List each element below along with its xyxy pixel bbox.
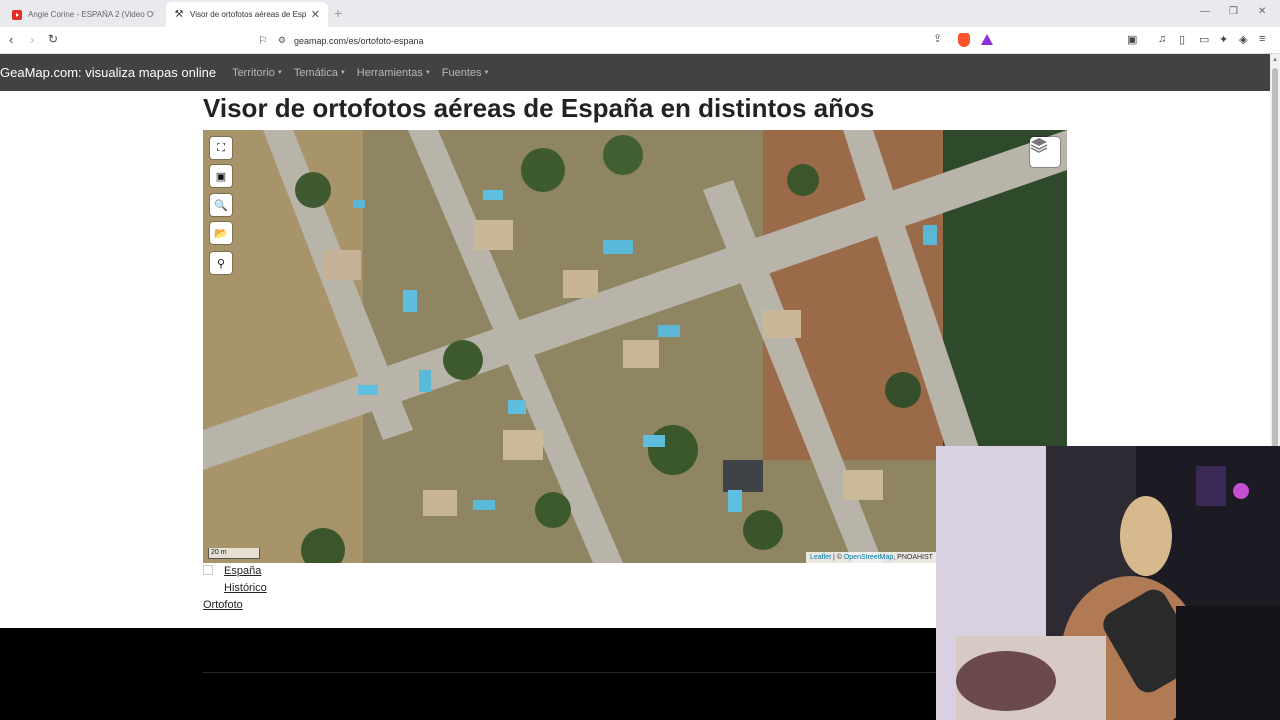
address-bar[interactable]: ⚐ ⚙ geamap.com/es/ortofoto-espana — [252, 30, 1000, 51]
layers-icon — [1030, 138, 1048, 153]
broken-image-icon — [203, 565, 213, 575]
leaflet-link[interactable]: Leaflet — [810, 554, 831, 561]
browser-tab-geamap[interactable]: ⚒ Visor de ortofotos aéreas de Esp ✕ — [166, 2, 328, 27]
nav-territorio[interactable]: Territorio ▼ — [232, 67, 283, 79]
media-icon[interactable]: ♫ — [1158, 33, 1166, 45]
nav-herramientas[interactable]: Herramientas ▼ — [357, 67, 431, 79]
open-folder-icon: 📂 — [214, 227, 228, 240]
url-text: geamap.com/es/ortofoto-espana — [293, 35, 424, 46]
caret-down-icon: ▼ — [483, 69, 490, 76]
scroll-thumb[interactable] — [1272, 68, 1278, 500]
browser-tab-youtube[interactable]: Angie Corine - ESPAÑA 2 (Video Ofi — [4, 2, 162, 27]
osm-link[interactable]: OpenStreetMap — [844, 554, 893, 561]
caret-down-icon: ▼ — [424, 69, 431, 76]
webcam-overlay — [936, 446, 1280, 720]
caret-down-icon: ▼ — [339, 69, 346, 76]
back-icon[interactable]: ‹ — [9, 32, 13, 47]
menu-icon[interactable]: ≡ — [1259, 33, 1265, 45]
share-icon[interactable]: ⇪ — [933, 32, 942, 45]
reload-icon[interactable]: ↻ — [48, 32, 58, 46]
vpn-icon[interactable]: ◈ — [1239, 33, 1247, 46]
link-espana[interactable]: España — [224, 565, 261, 577]
page-title: Visor de ortofotos aéreas de España en d… — [203, 93, 875, 123]
new-tab-icon[interactable]: + — [334, 5, 342, 21]
brave-rewards-icon[interactable] — [981, 34, 993, 45]
link-ortofoto[interactable]: Ortofoto — [203, 599, 243, 611]
brave-shields-icon[interactable] — [958, 33, 970, 47]
location-pin-icon: ⚲ — [216, 257, 226, 270]
site-navbar: GeaMap.com: visualiza mapas online Terri… — [0, 54, 1270, 91]
search-button[interactable]: 🔍 — [210, 194, 232, 216]
scroll-up-icon[interactable]: ▲ — [1272, 57, 1278, 63]
layers-button[interactable] — [1030, 137, 1060, 167]
close-window-icon[interactable]: ✕ — [1258, 6, 1266, 17]
search-icon: 🔍 — [214, 199, 228, 212]
locate-button[interactable]: ⚲ — [210, 252, 232, 274]
tab-search-icon[interactable]: ▣ — [1127, 33, 1137, 46]
minimize-icon[interactable]: — — [1200, 6, 1210, 17]
footer-divider — [203, 672, 943, 673]
close-tab-icon[interactable]: ✕ — [311, 8, 320, 21]
print-button[interactable]: ▣ — [210, 165, 232, 187]
site-brand[interactable]: GeaMap.com: visualiza mapas online — [0, 65, 216, 80]
restore-icon[interactable]: ❐ — [1229, 6, 1238, 17]
caret-down-icon: ▼ — [276, 69, 283, 76]
map-scale: 20 m — [208, 548, 260, 559]
nav-tematica[interactable]: Temática ▼ — [294, 67, 346, 79]
map-attribution: Leaflet | © OpenStreetMap, PNOAHIST — [806, 552, 937, 563]
nav-fuentes[interactable]: Fuentes ▼ — [442, 67, 490, 79]
geamap-icon: ⚒ — [174, 8, 184, 20]
open-file-button[interactable]: 📂 — [210, 222, 232, 244]
forward-icon[interactable]: › — [30, 32, 34, 47]
youtube-icon — [12, 9, 22, 20]
tab-title: Visor de ortofotos aéreas de Esp — [190, 10, 307, 19]
webcam-video — [936, 446, 1280, 720]
browser-toolbar: ‹ › ↻ ⚐ ⚙ geamap.com/es/ortofoto-espana … — [0, 27, 1280, 54]
link-historico[interactable]: Histórico — [224, 582, 267, 594]
fullscreen-icon: ⛶ — [217, 141, 225, 154]
browser-tab-bar: Angie Corine - ESPAÑA 2 (Video Ofi ⚒ Vis… — [0, 0, 1280, 27]
wallet-icon[interactable]: ▭ — [1199, 33, 1209, 46]
fullscreen-button[interactable]: ⛶ — [210, 137, 232, 159]
bookmark-icon[interactable]: ⚐ — [258, 34, 268, 47]
tab-title: Angie Corine - ESPAÑA 2 (Video Ofi — [28, 10, 154, 19]
sidebar-icon[interactable]: ▯ — [1179, 33, 1185, 46]
site-info-icon[interactable]: ⚙ — [278, 35, 286, 46]
leo-ai-icon[interactable]: ✦ — [1219, 33, 1228, 46]
print-icon: ▣ — [215, 170, 227, 183]
